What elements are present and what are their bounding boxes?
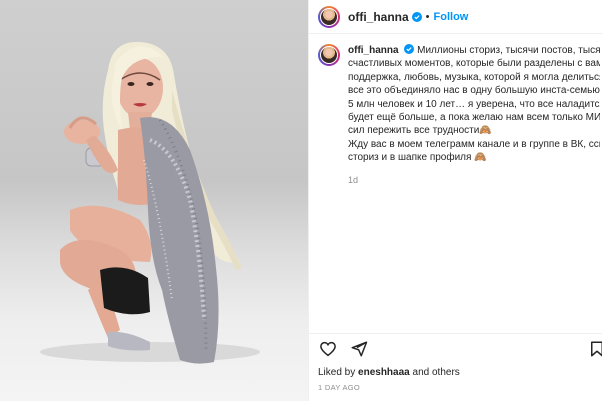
caption-username[interactable]: offi_hanna <box>348 45 399 56</box>
caption-line: все это объединяло нас в одну большую ин… <box>348 85 600 97</box>
heart-icon[interactable] <box>319 340 337 358</box>
action-bar <box>319 340 368 358</box>
photo-illustration <box>40 41 260 364</box>
caption-text: offi_hanna Миллионы сториз, тысячи посто… <box>348 44 600 187</box>
header-username[interactable]: offi_hanna <box>348 10 409 24</box>
post-side-panel: offi_hanna • Follow offi_hanna Миллионы … <box>308 0 602 401</box>
likes-prefix: Liked by <box>318 367 356 378</box>
caption-line: Миллионы сториз, тысячи постов, тысячи <box>417 45 600 56</box>
share-icon[interactable] <box>350 340 368 358</box>
verified-badge-icon <box>404 44 415 54</box>
post-photo[interactable] <box>0 0 308 401</box>
shoe <box>108 331 150 351</box>
caption-line: 5 млн человек и 10 лет… я уверена, что в… <box>348 98 600 110</box>
likes-user[interactable]: eneshhaaa <box>358 367 410 378</box>
caption-line: Жду вас в моем телеграмм канале и в груп… <box>348 138 600 150</box>
post-timestamp[interactable]: 1 DAY AGO <box>318 383 360 392</box>
likes-summary: Liked by eneshhaaa and others <box>318 367 460 378</box>
caption-avatar[interactable] <box>318 44 340 66</box>
caption-line: сториз и в шапке профиля 🙈 <box>348 152 487 164</box>
caption-line: сил пережить все трудности🙈 <box>348 125 492 137</box>
verified-badge-icon <box>411 11 422 22</box>
instagram-post: offi_hanna • Follow offi_hanna Миллионы … <box>0 0 602 401</box>
post-caption: offi_hanna Миллионы сториз, тысячи посто… <box>318 44 602 187</box>
post-header: offi_hanna • Follow <box>309 0 602 34</box>
caption-line: счастливых моментов, которые были раздел… <box>348 58 600 70</box>
bookmark-icon[interactable] <box>588 340 602 358</box>
separator-dot: • <box>425 10 430 23</box>
likes-suffix[interactable]: and others <box>413 367 460 378</box>
divider <box>309 333 602 334</box>
caption-line: поддержка, любовь, музыка, которой я мог… <box>348 71 600 83</box>
caption-timestamp[interactable]: 1d <box>348 174 600 187</box>
follow-button[interactable]: Follow <box>434 11 469 23</box>
avatar[interactable] <box>318 5 340 28</box>
sequin-jacket <box>140 117 219 364</box>
caption-line: будет ещё больше, а пока желаю нам всем … <box>348 112 600 124</box>
